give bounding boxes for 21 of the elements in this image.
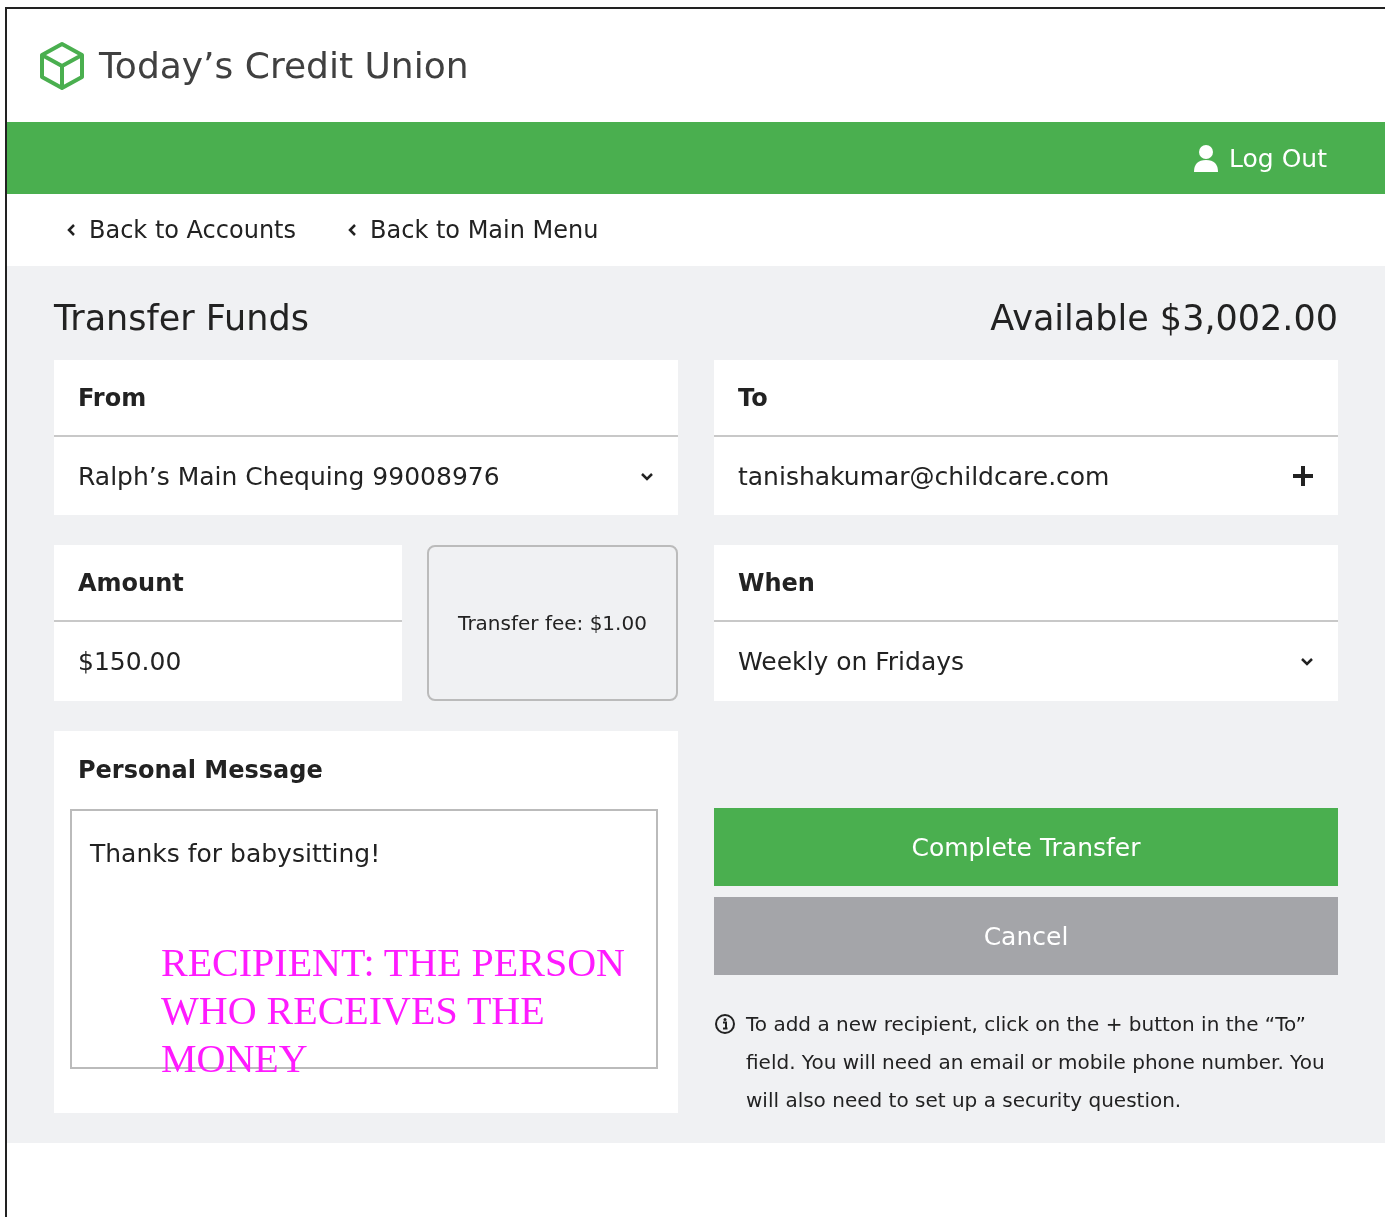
plus-icon[interactable]: [1292, 465, 1314, 487]
info-icon: [714, 1013, 736, 1035]
when-select[interactable]: Weekly on Fridays: [714, 622, 1338, 700]
when-label: When: [714, 545, 1338, 622]
cube-icon: [39, 40, 85, 91]
to-field[interactable]: tanishakumar@childcare.com: [714, 437, 1338, 515]
amount-field[interactable]: $150.00: [54, 622, 402, 700]
brand-name: Today’s Credit Union: [99, 45, 469, 86]
available-balance: Available $3,002.00: [990, 298, 1338, 338]
message-label: Personal Message: [77, 755, 324, 786]
transfer-fee: Transfer fee: $1.00: [427, 545, 678, 701]
page-title: Transfer Funds: [54, 298, 309, 338]
back-link[interactable]: Back to Main Menu: [346, 216, 599, 244]
message-text: Thanks for babysitting!: [90, 839, 381, 868]
amount-label: Amount: [54, 545, 402, 622]
from-select[interactable]: Ralph’s Main Chequing 99008976: [54, 437, 678, 515]
help-note: To add a new recipient, click on the + button in the “To” field. You will need an email or mobile phone number. You will also need to set up a security question.: [746, 1011, 1326, 1114]
back-link[interactable]: Back to Accounts: [65, 216, 297, 244]
from-label: From: [54, 360, 678, 437]
user-icon: [1193, 144, 1220, 172]
to-label: To: [714, 360, 1338, 437]
